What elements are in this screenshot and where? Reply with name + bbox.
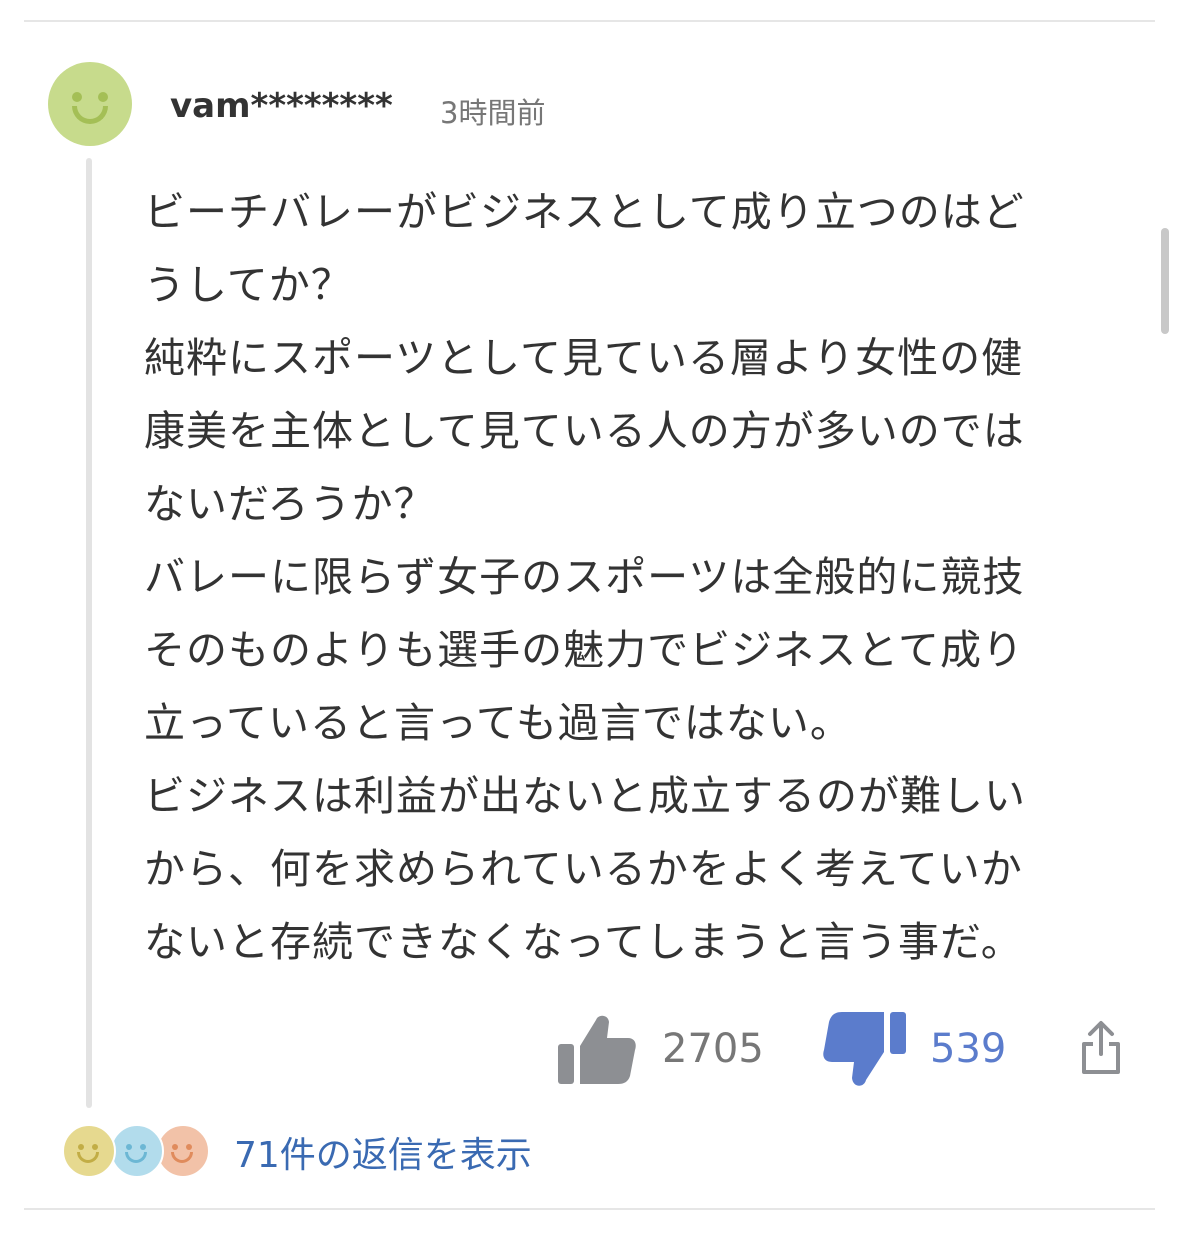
comment-line: バレーに限らず女子のスポーツは全般的に競技 — [144, 553, 1025, 601]
comment-body: ビーチバレーがビジネスとして成り立つのはど うしてか？ 純粋にスポーツとして見て… — [144, 176, 1154, 979]
comment-line: そのものよりも選手の魅力でビジネスとて成り — [144, 626, 1024, 674]
bottom-divider — [24, 1208, 1155, 1210]
reply-avatar-icon — [62, 1124, 116, 1178]
dislike-count: 539 — [930, 1026, 1007, 1072]
user-avatar[interactable] — [48, 62, 132, 146]
comment-line: から、何を求められているかをよく考えていか — [144, 845, 1023, 893]
reply-avatar-icon — [110, 1124, 164, 1178]
comment-line: 立っていると言っても過言ではない。 — [144, 699, 852, 747]
comment-line: ビジネスは利益が出ないと成立するのが難しい — [144, 772, 1026, 820]
avatar-eye-right — [98, 92, 108, 102]
avatar-mouth — [72, 106, 108, 124]
comment-line: 康美を主体として見ている人の方が多いのでは — [144, 407, 1025, 455]
thread-line — [86, 158, 92, 1108]
share-button[interactable] — [1078, 1020, 1124, 1076]
scrollbar[interactable] — [1161, 228, 1169, 334]
thumbs-up-icon — [558, 1015, 636, 1084]
username[interactable]: vam******** — [170, 86, 393, 126]
like-count: 2705 — [662, 1026, 764, 1072]
reply-avatar-icon — [156, 1124, 210, 1178]
like-button[interactable] — [556, 1010, 638, 1086]
avatar-eye-left — [72, 92, 82, 102]
show-replies-link[interactable]: 71件の返信を表示 — [234, 1126, 532, 1178]
timestamp: 3時間前 — [440, 96, 546, 130]
top-divider — [24, 20, 1155, 22]
replies-section[interactable]: 71件の返信を表示 — [62, 1122, 582, 1178]
comment-line: ビーチバレーがビジネスとして成り立つのはど — [144, 188, 1025, 236]
share-icon — [1082, 1021, 1120, 1074]
comment-line: うしてか？ — [144, 261, 353, 309]
comment-line: 純粋にスポーツとして見ている層より女性の健 — [144, 334, 1024, 382]
dislike-button[interactable] — [820, 1012, 908, 1092]
reaction-bar: 2705 539 — [0, 1010, 1179, 1090]
thumbs-down-icon — [823, 1012, 906, 1086]
comment-line: ないと存続できなくなってしまうと言う事だ。 — [144, 918, 1023, 966]
comment-line: ないだろうか？ — [144, 480, 436, 528]
